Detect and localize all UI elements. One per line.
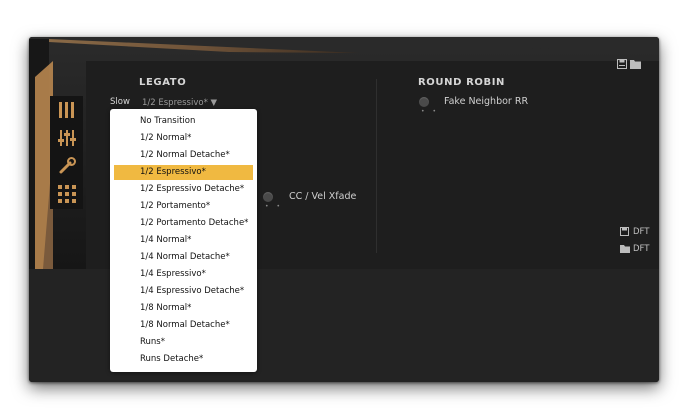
knob-dots: • • [265,203,283,210]
menu-item[interactable]: Runs* [114,335,253,350]
transition-combo[interactable]: 1/2 Espressivo* ▼ [142,98,217,108]
menu-item[interactable]: 1/4 Normal Detache* [114,250,253,265]
tab-articulations[interactable] [50,96,83,124]
menu-item[interactable]: 1/4 Espressivo* [114,267,253,282]
menu-item[interactable]: 1/4 Espressivo Detache* [114,284,253,299]
menu-item[interactable]: Runs Detache* [114,352,253,367]
save-icon[interactable] [617,59,627,69]
grid-icon [57,185,76,203]
menu-item[interactable]: 1/2 Normal Detache* [114,148,253,163]
legato-title: LEGATO [139,77,187,88]
fake-neighbor-knob[interactable] [419,97,429,107]
tab-grid[interactable] [50,180,83,208]
menu-item[interactable]: No Transition [114,114,253,129]
menu-item[interactable]: 1/2 Normal* [114,131,253,146]
folder-icon[interactable] [630,59,641,69]
wrench-icon [59,157,76,174]
menu-item[interactable]: 1/4 Normal* [114,233,253,248]
preset-load-label[interactable]: DFT [633,244,649,254]
slow-label: Slow [110,97,130,107]
menu-item[interactable]: 1/2 Espressivo Detache* [114,182,253,197]
sidebar [50,96,83,209]
section-divider [376,79,377,253]
preset-save-label[interactable]: DFT [633,227,649,237]
cc-vel-xfade-knob[interactable] [263,192,273,202]
save-icon[interactable] [620,227,629,236]
menu-item[interactable]: 1/2 Portamento Detache* [114,216,253,231]
menu-item[interactable]: 1/8 Normal* [114,301,253,316]
fake-neighbor-label: Fake Neighbor RR [444,96,529,107]
tab-settings[interactable] [50,152,83,180]
folder-icon[interactable] [620,244,630,253]
menu-item[interactable]: 1/8 Normal Detache* [114,318,253,333]
menu-item[interactable]: 1/2 Portamento* [114,199,253,214]
transition-dropdown-menu: No Transition 1/2 Normal* 1/2 Normal Det… [110,109,257,372]
round-robin-title: ROUND ROBIN [418,77,505,88]
sliders-icon [57,130,76,146]
knob-dots: • • [421,108,439,115]
bars-icon [58,102,74,118]
tab-mixer[interactable] [50,124,83,152]
menu-item-selected[interactable]: 1/2 Espressivo* [114,165,253,180]
cc-vel-xfade-label: CC / Vel Xfade [289,191,357,202]
